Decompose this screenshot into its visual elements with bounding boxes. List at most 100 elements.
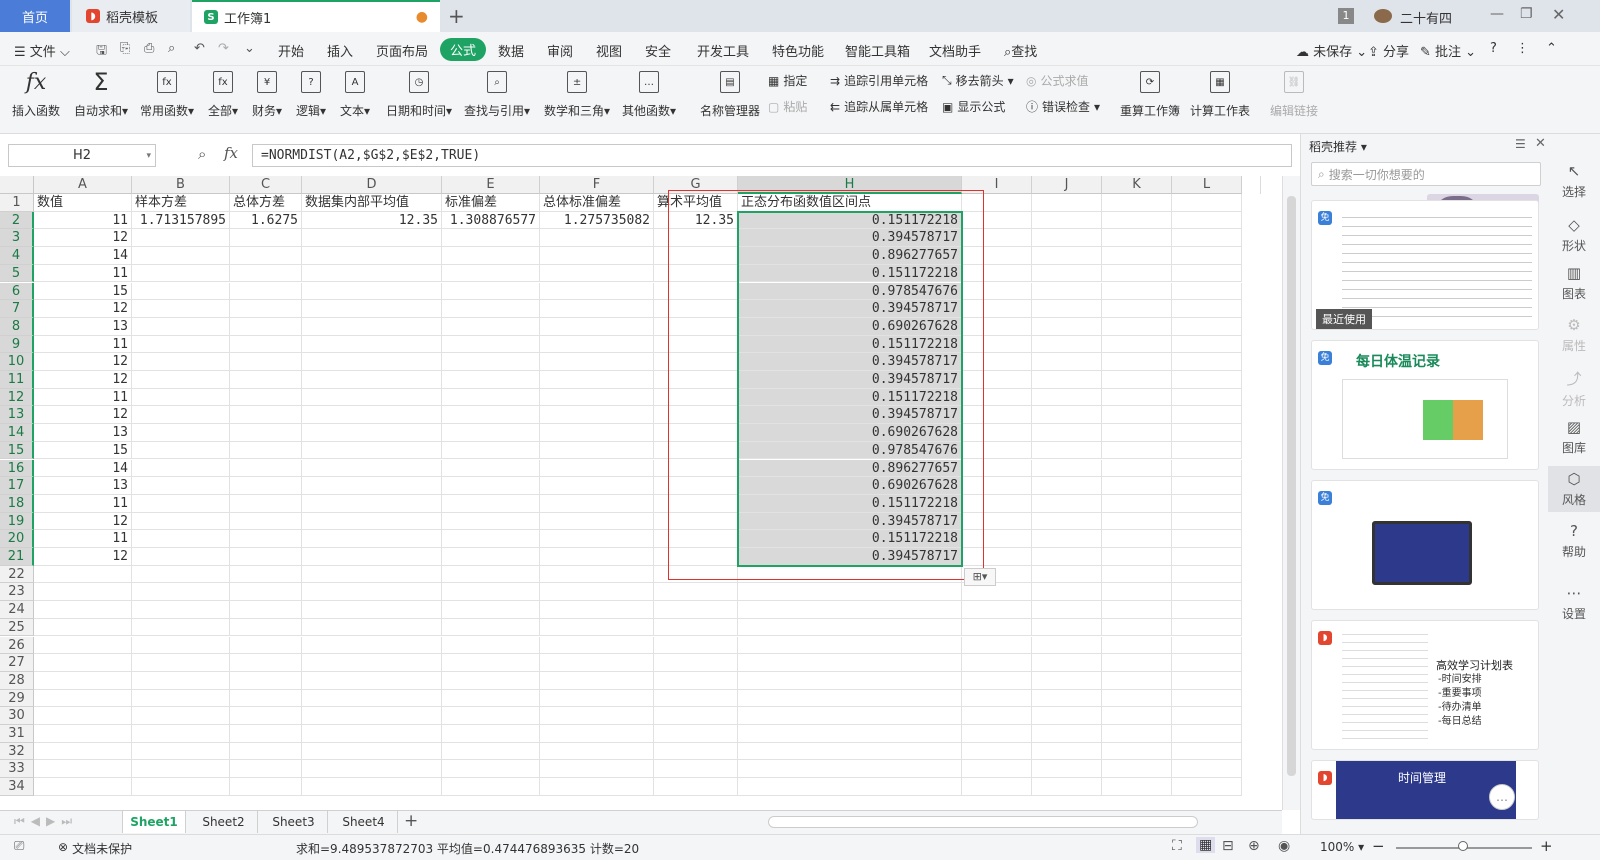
cell-k32[interactable] [1102,742,1172,761]
cell-b11[interactable] [132,371,230,389]
cell-l10[interactable] [1172,353,1242,371]
cell-e17[interactable] [442,477,540,495]
cell-a6[interactable]: 15 [34,282,132,301]
cell-h9[interactable]: 0.151172218 [738,335,962,354]
row-header[interactable]: 6 [0,282,34,301]
cell-b4[interactable] [132,247,230,265]
window-count-badge[interactable]: 1 [1338,8,1354,24]
pane-search-input[interactable]: ⌕ 搜索一切你想要的 [1311,162,1541,186]
new-tab-icon[interactable]: + [448,4,465,28]
cell-k11[interactable] [1102,371,1172,389]
cell-c28[interactable] [230,671,302,690]
cell-i26[interactable] [962,636,1032,655]
tab-workbook[interactable]: S 工作簿1 ● [192,0,440,32]
cell-e33[interactable] [442,760,540,779]
cell-b24[interactable] [132,601,230,619]
row-header[interactable]: 33 [0,760,34,779]
cell-a23[interactable] [34,583,132,602]
cell-g16[interactable] [654,459,738,478]
cell-i3[interactable] [962,229,1032,248]
cell-d16[interactable] [302,459,442,478]
cell-l21[interactable] [1172,548,1242,566]
name-manager-button[interactable]: ▤ 名称管理器 [700,68,760,119]
cell-i28[interactable] [962,671,1032,690]
cell-h34[interactable] [738,778,962,796]
cell-d21[interactable] [302,548,442,566]
cell-j30[interactable] [1032,707,1102,725]
cell-j27[interactable] [1032,654,1102,672]
cell-l19[interactable] [1172,512,1242,531]
cell-l2[interactable] [1172,211,1242,230]
zoom-slider-handle[interactable] [1458,841,1468,851]
cell-g27[interactable] [654,654,738,672]
cell-f28[interactable] [540,671,654,690]
cell-k10[interactable] [1102,353,1172,371]
cell-i10[interactable] [962,353,1032,371]
cell-e31[interactable] [442,725,540,743]
cell-l34[interactable] [1172,778,1242,796]
cell-e18[interactable] [442,494,540,513]
cell-f6[interactable] [540,282,654,301]
cell-j31[interactable] [1032,725,1102,743]
cell-i9[interactable] [962,335,1032,354]
cell-f31[interactable] [540,725,654,743]
cell-h26[interactable] [738,636,962,655]
row-header[interactable]: 34 [0,778,34,796]
eye-protection-icon[interactable]: ◉ [1278,838,1290,854]
cell-a20[interactable]: 11 [34,530,132,548]
cell-i5[interactable] [962,264,1032,283]
template-card-3[interactable]: 免 [1311,480,1539,610]
other-functions-button[interactable]: … 其他函数▾ [622,68,676,119]
cell-b9[interactable] [132,335,230,354]
cell-j13[interactable] [1032,406,1102,425]
cell-l15[interactable] [1172,441,1242,460]
cell-e34[interactable] [442,778,540,796]
cell-g14[interactable] [654,424,738,442]
cell-g3[interactable] [654,229,738,248]
cell-j19[interactable] [1032,512,1102,531]
cell-e26[interactable] [442,636,540,655]
formula-input[interactable]: =NORMDIST(A2,$G$2,$E$2,TRUE) [252,144,1292,167]
cell-a30[interactable] [34,707,132,725]
cell-c33[interactable] [230,760,302,779]
row-header[interactable]: 24 [0,601,34,619]
cell-h8[interactable]: 0.690267628 [738,317,962,336]
page-break-view-icon[interactable]: ⊟ [1222,838,1234,854]
cell-g25[interactable] [654,618,738,637]
help-icon[interactable]: ? [1490,41,1497,56]
cell-k19[interactable] [1102,512,1172,531]
cell-f25[interactable] [540,618,654,637]
name-box[interactable]: H2 ▾ [8,144,156,167]
cell-k26[interactable] [1102,636,1172,655]
cell-f26[interactable] [540,636,654,655]
cell-f33[interactable] [540,760,654,779]
cell-k21[interactable] [1102,548,1172,566]
show-formula-button[interactable]: ▣ 显示公式 [942,98,1005,115]
cell-b14[interactable] [132,424,230,442]
cell-k31[interactable] [1102,725,1172,743]
menu-start[interactable]: 开始 [278,41,304,60]
sheet-tab-3[interactable]: Sheet3 [260,811,328,833]
cell-f10[interactable] [540,353,654,371]
cell-l23[interactable] [1172,583,1242,602]
cell-a3[interactable]: 12 [34,229,132,248]
cell-b3[interactable] [132,229,230,248]
column-header-f[interactable]: F [540,176,654,194]
cell-l12[interactable] [1172,388,1242,407]
user-name[interactable]: 二十有四 [1400,8,1452,27]
cell-b17[interactable] [132,477,230,495]
cell-f3[interactable] [540,229,654,248]
row-header[interactable]: 28 [0,671,34,690]
trace-precedents-button[interactable]: ⇉ 追踪引用单元格 [830,72,928,89]
error-check-button[interactable]: ⓘ 错误检查 ▾ [1026,98,1100,115]
cell-i34[interactable] [962,778,1032,796]
close-icon[interactable]: ✕ [1552,5,1565,24]
cell-h19[interactable]: 0.394578717 [738,512,962,531]
cell-h6[interactable]: 0.978547676 [738,282,962,301]
cell-b23[interactable] [132,583,230,602]
cell-e15[interactable] [442,441,540,460]
tool-settings[interactable]: ⋯ 设置 [1548,584,1600,622]
cell-f32[interactable] [540,742,654,761]
common-functions-button[interactable]: fx 常用函数▾ [140,68,194,119]
cell-f19[interactable] [540,512,654,531]
